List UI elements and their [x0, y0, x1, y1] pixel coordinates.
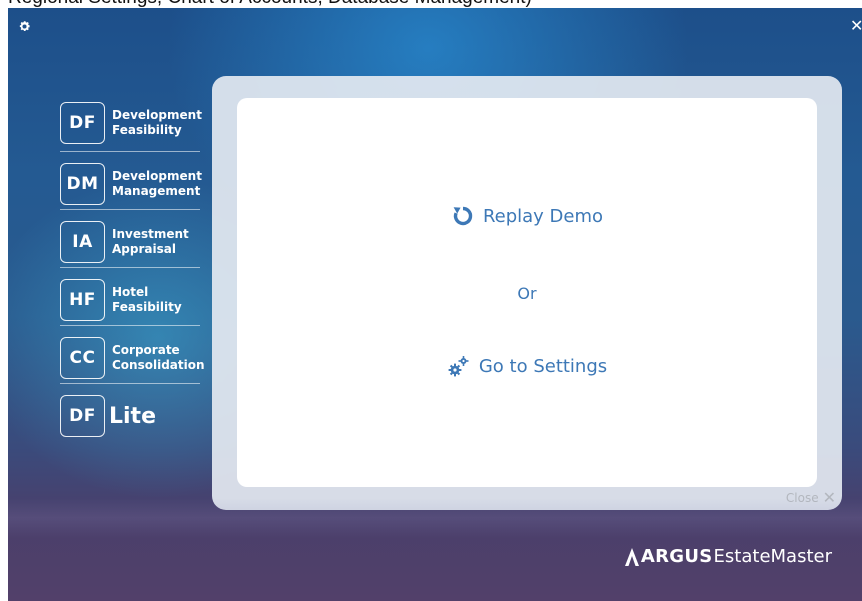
module-label-line1: Development — [112, 168, 202, 183]
module-df-lite[interactable]: DF Lite — [60, 384, 200, 442]
gears-icon — [447, 354, 471, 378]
lite-label: Lite — [109, 403, 156, 429]
df-lite-badge-icon: DF — [60, 395, 105, 437]
top-caption: Regional Settings, Chart of Accounts, Da… — [0, 0, 862, 8]
module-label-line2: Management — [112, 183, 201, 198]
module-label-line1: Investment — [112, 226, 189, 241]
module-label: Corporate Consolidation — [112, 343, 205, 373]
argus-estatemaster-logo: ARGUS EstateMaster — [624, 546, 832, 567]
go-to-settings-label: Go to Settings — [478, 355, 608, 377]
module-label-line2: Consolidation — [112, 357, 205, 372]
hf-badge-icon: HF — [60, 278, 105, 321]
brand-product: EstateMaster — [713, 546, 832, 567]
argus-logo-icon — [624, 547, 639, 566]
welcome-dialog: Replay Demo Or Go to Settings Close ✕ — [212, 76, 842, 510]
ia-badge-icon: IA — [60, 220, 105, 263]
df-badge-icon: DF — [60, 101, 105, 144]
brand-argus: ARGUS — [640, 546, 713, 567]
cc-badge-icon: CC — [60, 336, 105, 379]
dialog-content: Replay Demo Or Go to Settings — [237, 98, 817, 487]
module-label-line1: Development — [112, 107, 202, 122]
dm-badge-icon: DM — [60, 162, 105, 205]
module-label: Development Management — [112, 169, 202, 199]
module-label-line2: Feasibility — [112, 299, 182, 314]
module-investment-appraisal[interactable]: IA Investment Appraisal — [60, 210, 200, 268]
module-development-feasibility[interactable]: DF Development Feasibility — [60, 94, 202, 152]
module-label-line2: Feasibility — [112, 122, 182, 137]
module-label-line2: Appraisal — [112, 241, 176, 256]
gear-icon — [19, 21, 30, 32]
replay-icon — [451, 204, 475, 228]
replay-demo-button[interactable]: Replay Demo — [237, 204, 817, 228]
module-label: Investment Appraisal — [112, 227, 189, 257]
replay-demo-label: Replay Demo — [482, 205, 604, 227]
go-to-settings-button[interactable]: Go to Settings — [237, 354, 817, 378]
module-label: Hotel Feasibility — [112, 285, 182, 315]
module-label-line1: Hotel — [112, 284, 149, 299]
app-window: ✕ DF Development Feasibility DM Developm… — [8, 8, 862, 601]
module-corporate-consolidation[interactable]: CC Corporate Consolidation — [60, 326, 205, 384]
settings-gear-icon[interactable] — [18, 20, 32, 34]
dialog-close-button[interactable]: Close ✕ — [786, 488, 836, 507]
module-label-line1: Corporate — [112, 342, 180, 357]
module-hotel-feasibility[interactable]: HF Hotel Feasibility — [60, 268, 200, 326]
or-separator: Or — [517, 284, 537, 303]
dialog-close-label: Close — [785, 490, 819, 505]
close-icon: ✕ — [822, 488, 836, 507]
module-list: DF Development Feasibility DM Developmen… — [60, 94, 205, 442]
module-label: Development Feasibility — [112, 108, 202, 138]
module-development-management[interactable]: DM Development Management — [60, 152, 202, 210]
window-close-button[interactable]: ✕ — [850, 18, 862, 34]
